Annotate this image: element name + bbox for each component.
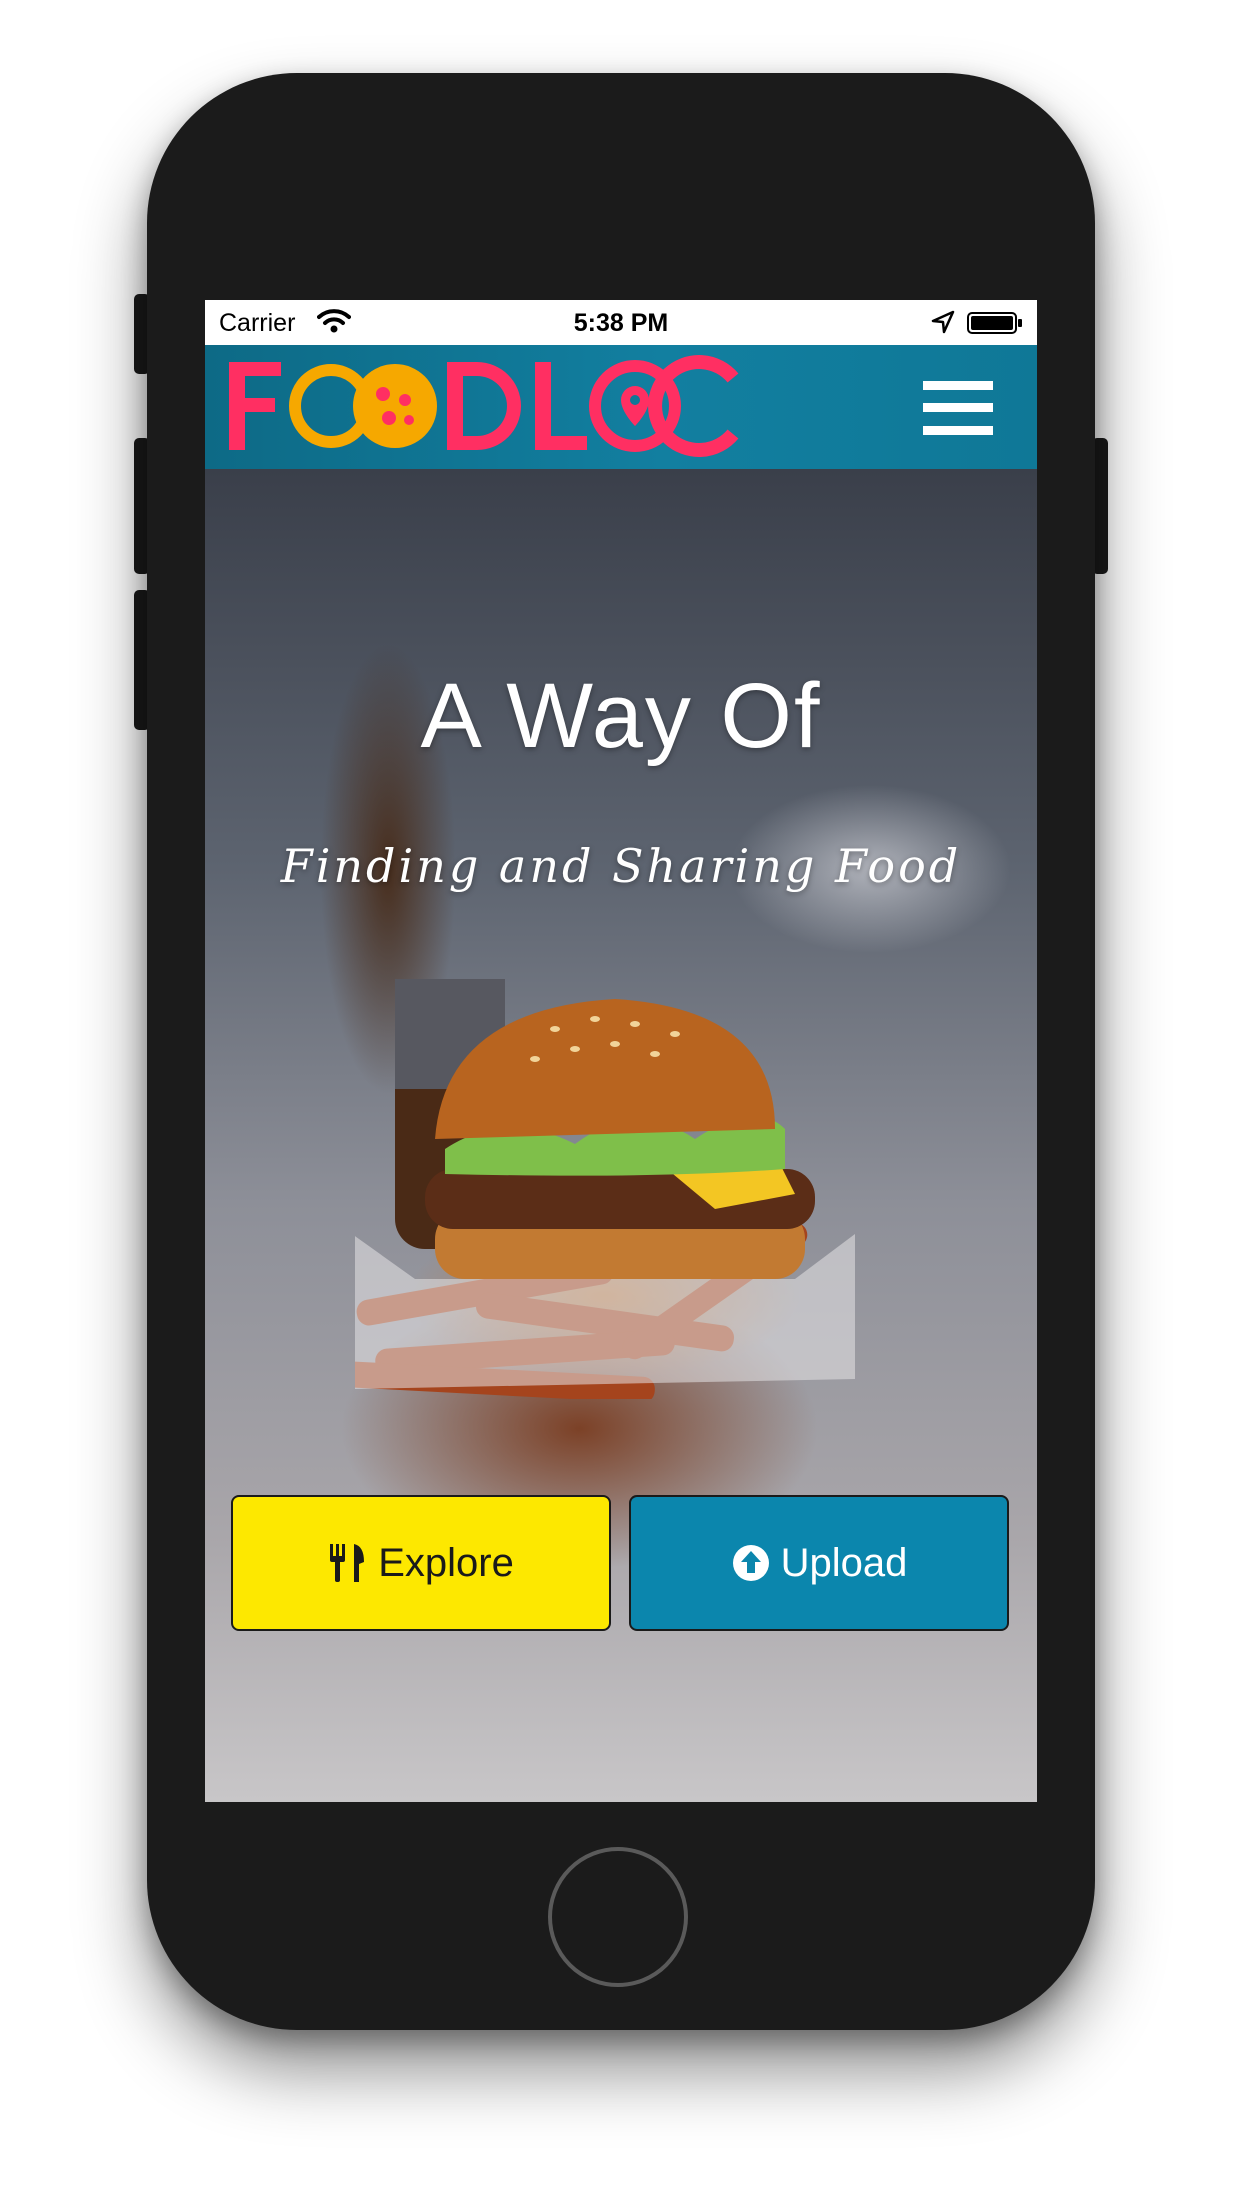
hero-section: A Way Of Finding and Sharing Food Explor… [205, 469, 1037, 1802]
fork-knife-icon [330, 1544, 365, 1582]
app-navbar: FOODLOC [205, 345, 1037, 469]
battery-icon [967, 312, 1022, 334]
hero-title: A Way Of [420, 665, 822, 767]
upload-button-label: Upload [780, 1540, 908, 1585]
hero-subtitle: Finding and Sharing Food [280, 839, 962, 893]
phone-screen: Carrier 5:38 PM A Way Of Finding and Sha… [205, 300, 1037, 1802]
explore-button-label: Explore [378, 1540, 514, 1585]
upload-circle-icon [732, 1545, 769, 1581]
location-arrow-icon [931, 310, 955, 334]
hamburger-menu-icon[interactable] [923, 381, 993, 435]
explore-button[interactable]: Explore [231, 1495, 611, 1631]
burger-photo [355, 979, 855, 1399]
status-bar: Carrier 5:38 PM [205, 300, 1037, 345]
foodloc-logo[interactable]: FOODLOC [225, 354, 745, 458]
upload-button[interactable]: Upload [629, 1495, 1009, 1631]
home-button[interactable] [548, 1847, 688, 1987]
status-time: 5:38 PM [573, 309, 669, 337]
logo-graphic [229, 355, 739, 457]
